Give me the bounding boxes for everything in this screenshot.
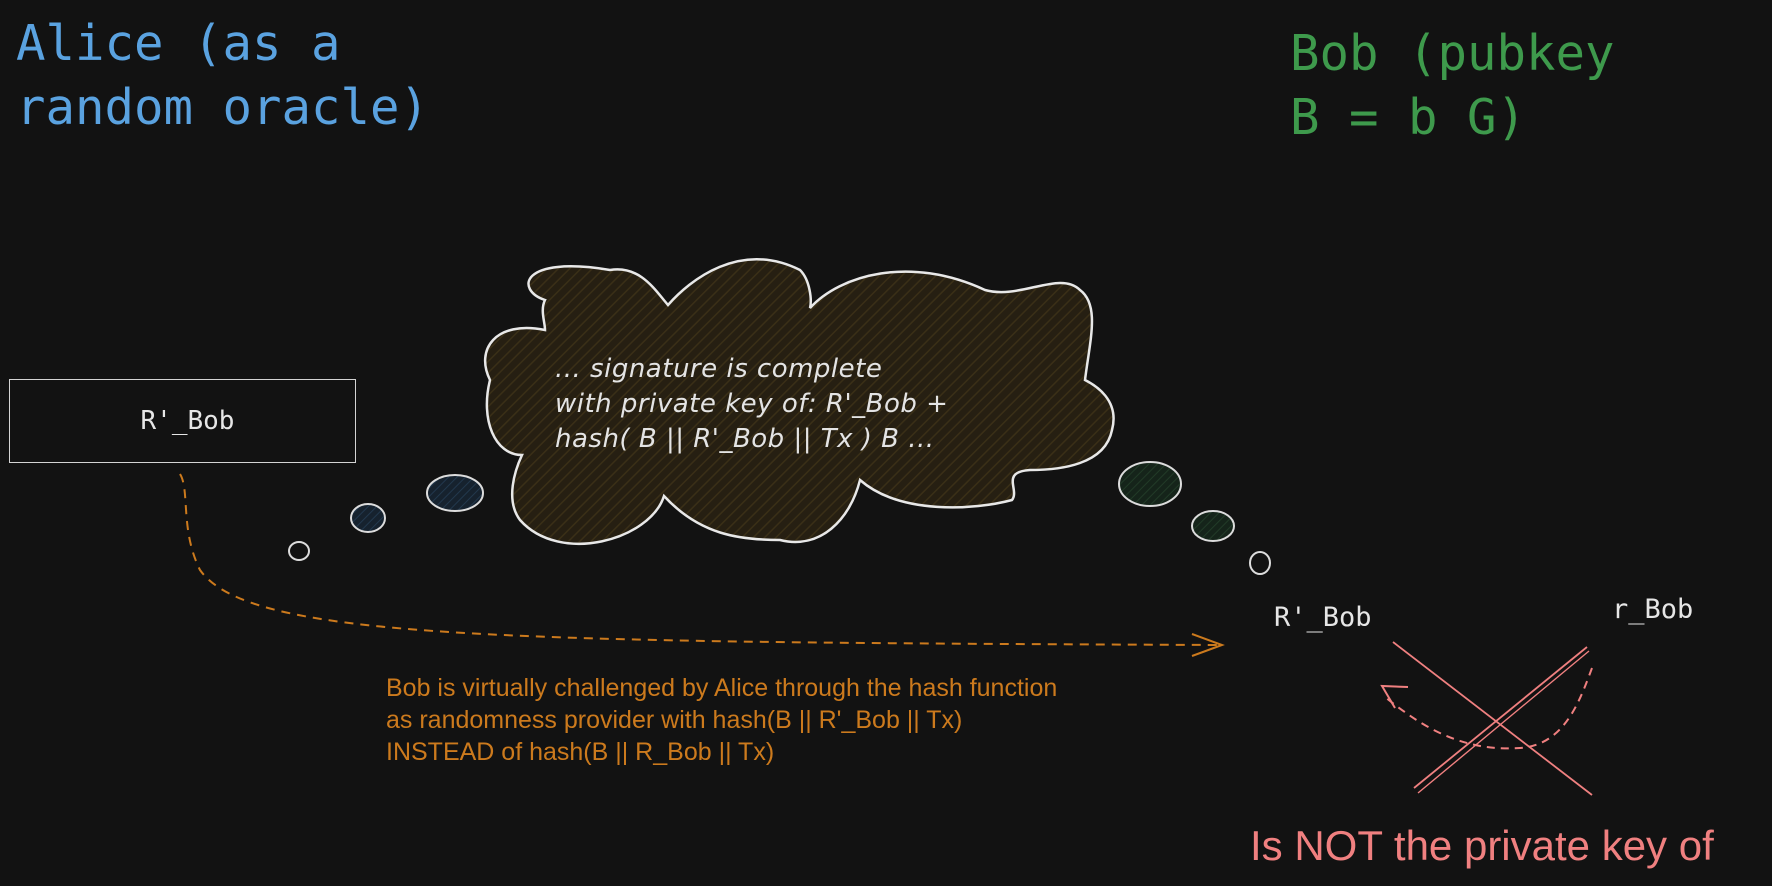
thought-line: ... signature is complete [555,354,883,384]
bob-title-line: Bob (pubkey [1290,25,1615,82]
return-arrowhead [1380,684,1409,709]
challenge-note-line: as randomness provider with hash(B || R'… [386,706,963,734]
r-bob-label: r_Bob [1612,594,1694,625]
thought-line: hash( B || R'_Bob || Tx ) B ... [555,424,935,454]
alice-title-line: Alice (as a [16,15,341,72]
challenge-note-line: Bob is virtually challenged by Alice thr… [386,674,1058,702]
cross-line [1413,646,1588,789]
r-prime-bob-box[interactable]: R'_Bob [9,379,356,463]
thought-bubble [1191,510,1235,542]
challenge-note-line: INSTEAD of hash(B || R_Bob || Tx) [386,738,775,766]
thought-line: with private key of: R'_Bob + [555,389,949,419]
bob-title: Bob (pubkey B = b G) [1290,22,1615,150]
alice-title: Alice (as a random oracle) [16,12,429,140]
warning-text: Is NOT the private key of [1250,822,1714,869]
thought-bubble [350,503,386,533]
return-arrow [1384,667,1593,750]
r-prime-bob-box-label: R'_Bob [140,406,235,436]
bob-title-line: B = b G) [1290,89,1527,146]
thought-bubble [288,541,310,561]
cross-line [1417,650,1590,794]
thought-bubble [1118,461,1182,507]
r-prime-bob-label: R'_Bob [1274,602,1372,633]
cross-line [1392,641,1593,796]
challenge-note: Bob is virtually challenged by Alice thr… [386,672,1057,768]
thought-bubble [1249,551,1271,575]
thought-bubble [426,474,484,512]
alice-title-line: random oracle) [16,79,430,136]
thought-text: ... signature is complete with private k… [555,352,948,457]
